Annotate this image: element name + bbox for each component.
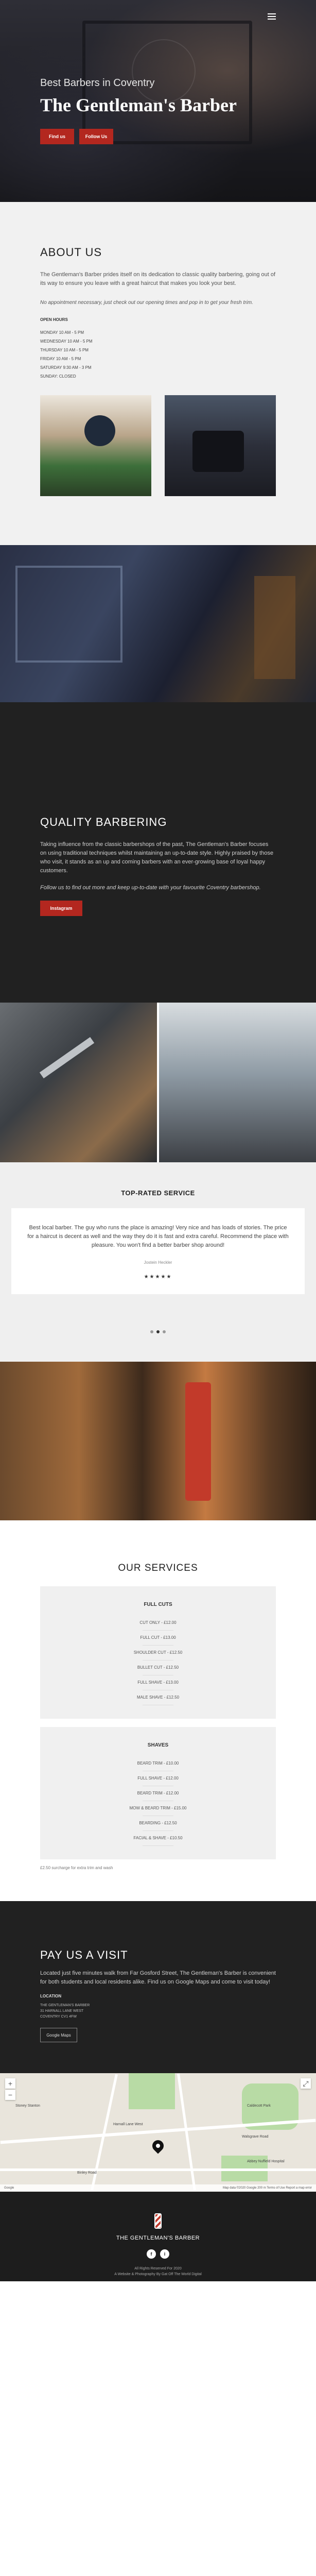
service-group-title: SHAVES [147,1742,169,1748]
reviews-section: TOP-RATED SERVICE Best local barber. The… [0,1162,316,1362]
copyright: All Rights Reserved For 2020 A Website &… [0,2266,316,2277]
services-heading: OUR SERVICES [118,1563,198,1573]
hours-row: THURSDAY 10 AM - 5 PM [40,348,89,352]
barber-pole-logo-icon [154,2213,162,2229]
barber-chair-photo [165,395,276,496]
quality-heading: QUALITY BARBERING [40,816,167,828]
quality-cta-text: Follow us to find out more and keep up-t… [40,885,261,891]
map-road [177,2073,196,2192]
quality-section: QUALITY BARBERING Taking influence from … [0,702,316,1003]
credits-line: A Website & Photography By Gat Off The W… [114,2273,202,2276]
service-item: CUT ONLY - £12.00 [50,1620,266,1631]
service-item: FACIAL & SHAVE - £10.50 [50,1835,266,1846]
map-label: Binley Road [77,2171,97,2175]
about-section: ABOUT US The Gentleman's Barber prides i… [0,202,316,545]
barber-cutting-photo [40,395,151,496]
find-us-button[interactable]: Find us [40,129,74,144]
google-maps-button[interactable]: Google Maps [40,2028,77,2042]
site-footer: THE GENTLEMAN'S BARBER f i All Rights Re… [0,2192,316,2281]
service-item: BEARD TRIM - £12.00 [50,1790,266,1801]
hours-row: SUNDAY: CLOSED [40,374,76,379]
map-label: Caldecott Park [247,2104,271,2108]
footer-brand: THE GENTLEMAN'S BARBER [116,2235,200,2241]
service-group-full-cuts: FULL CUTS CUT ONLY - £12.00 FULL CUT - £… [40,1586,276,1719]
zoom-out-icon[interactable]: − [5,2090,15,2100]
shop-interior-photo [0,545,316,702]
services-section: OUR SERVICES FULL CUTS CUT ONLY - £12.00… [0,1520,316,1901]
about-note: No appointment necessary, just check out… [40,300,253,306]
map-label: Walsgrave Road [242,2135,269,2139]
hamburger-menu-icon[interactable] [268,13,276,20]
instagram-button[interactable]: Instagram [40,901,82,916]
quality-body: Taking influence from the classic barber… [40,841,274,874]
map-label: Harnall Lane West [113,2123,143,2126]
hours-row: MONDAY 10 AM - 5 PM [40,330,84,335]
location-title: LOCATION [40,1994,62,1998]
visit-section: PAY US A VISIT Located just five minutes… [0,1901,316,2073]
hours-list: MONDAY 10 AM - 5 PM WEDNESDAY 10 AM - 5 … [40,328,276,381]
shop-chairs-photo [157,1003,316,1162]
location-pin-icon[interactable] [150,2138,166,2154]
hours-row: WEDNESDAY 10 AM - 5 PM [40,339,93,344]
service-group-shaves: SHAVES BEARD TRIM - £10.00 FULL SHAVE - … [40,1727,276,1859]
service-item: BEARDING - £12.50 [50,1820,266,1831]
zoom-in-icon[interactable]: + [5,2078,15,2089]
address-line: THE GENTLEMAN'S BARBER [40,2004,90,2007]
map-label: Stoney Stanton [15,2104,40,2108]
address: THE GENTLEMAN'S BARBER 31 HARNALL LANE W… [40,2003,276,2020]
hours-row: SATURDAY 9:30 AM - 3 PM [40,365,92,370]
service-item: FULL SHAVE - £12.00 [50,1775,266,1786]
review-text: Best local barber. The guy who runs the … [27,1225,289,1248]
hours-row: FRIDAY 10 AM - 5 PM [40,357,81,361]
barber-tools-photo [0,1362,316,1520]
fullscreen-icon[interactable]: ⤢ [301,2078,311,2089]
service-item: MALE SHAVE - £12.50 [50,1694,266,1705]
carousel-dot[interactable] [163,1330,166,1333]
map-brand: Google [4,2187,14,2190]
service-item: BULLET CUT - £12.50 [50,1665,266,1675]
instagram-icon[interactable]: i [160,2249,169,2259]
visit-heading: PAY US A VISIT [40,1948,128,1961]
collage-section [0,1003,316,1162]
star-rating: ★★★★★ [144,1274,172,1280]
services-note: £2.50 surcharge for extra trim and wash [40,1866,113,1870]
review-author: Jostein Heckler [144,1260,172,1265]
carousel-dot-active[interactable] [156,1330,160,1333]
service-item: FULL SHAVE - £13.00 [50,1680,266,1690]
service-group-title: FULL CUTS [144,1602,172,1607]
copyright-line: All Rights Reserved For 2020 [134,2267,182,2270]
follow-us-button[interactable]: Follow Us [79,129,113,144]
map-attribution: Google Map data ©2020 Google 200 m Terms… [0,2184,316,2192]
address-line: 31 HARNALL LANE WEST [40,2009,84,2013]
embedded-map[interactable]: Harnall Lane West Walsgrave Road Abbey N… [0,2073,316,2192]
about-heading: ABOUT US [40,246,102,259]
service-item: SHOULDER CUT - £12.50 [50,1650,266,1660]
service-item: FULL CUT - £13.00 [50,1635,266,1646]
park-area [129,2073,175,2109]
review-card: Best local barber. The guy who runs the … [11,1208,305,1294]
map-road [0,2168,316,2171]
hero-subtitle: Best Barbers in Coventry [40,77,155,89]
carousel-dot[interactable] [150,1330,153,1333]
about-body: The Gentleman's Barber prides itself on … [40,272,276,286]
map-terms[interactable]: Map data ©2020 Google 200 m Terms of Use… [223,2187,312,2190]
hero-section: Best Barbers in Coventry The Gentleman's… [0,0,316,202]
reviews-heading: TOP-RATED SERVICE [121,1189,195,1197]
social-links: f i [0,2249,316,2259]
visit-body: Located just five minutes walk from Far … [40,1970,276,1985]
map-label: Abbey Nuffield Hospital [247,2160,285,2163]
facebook-icon[interactable]: f [147,2249,156,2259]
carousel-dots [11,1330,305,1333]
service-item: BEARD TRIM - £10.00 [50,1760,266,1771]
hero-title: The Gentleman's Barber [40,95,237,115]
hours-title: OPEN HOURS [40,317,68,322]
scissors-photo [0,1003,157,1162]
address-line: COVENTRY CV1 4FW [40,2015,77,2019]
service-item: MOW & BEARD TRIM - £15.00 [50,1805,266,1816]
